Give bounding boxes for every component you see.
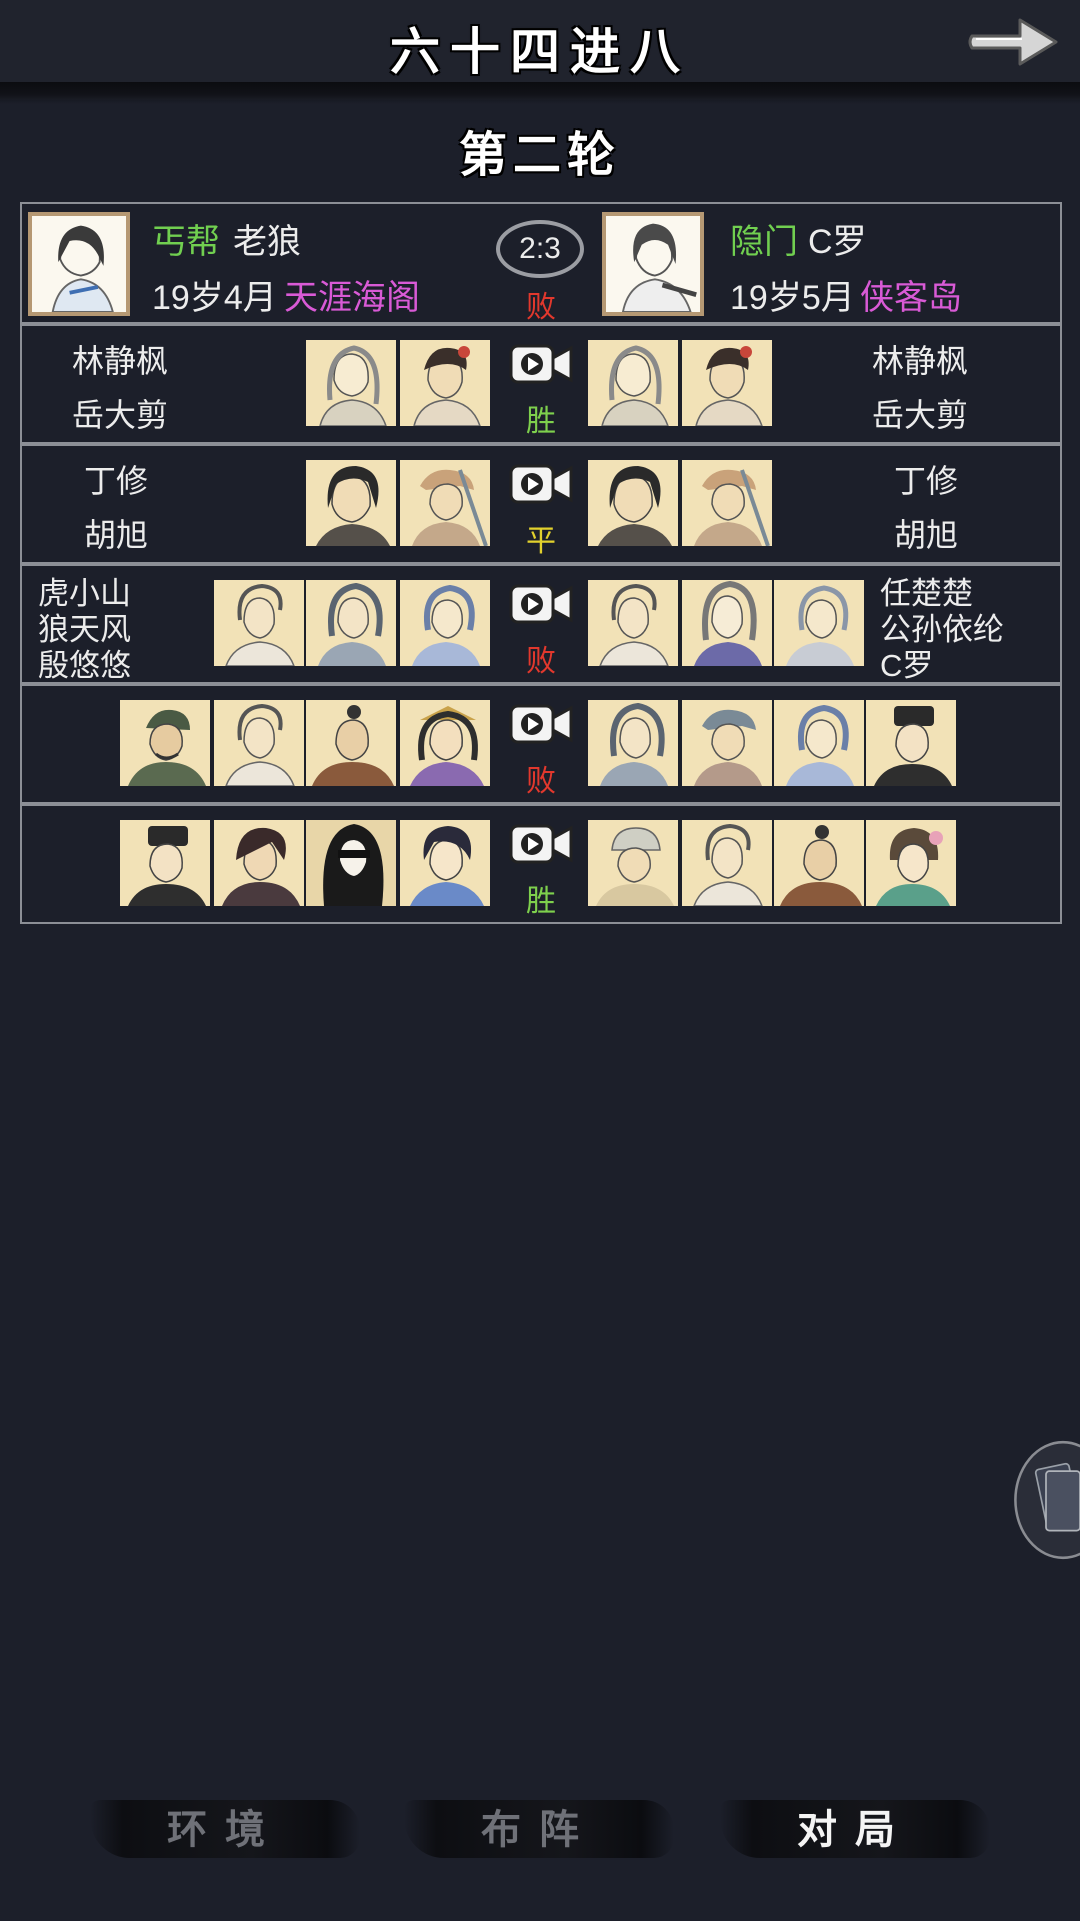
- fighter-portrait[interactable]: [588, 580, 678, 666]
- fighter-portrait[interactable]: [400, 700, 490, 786]
- fighter-portrait[interactable]: [400, 820, 490, 906]
- replay-button-1[interactable]: [508, 340, 574, 388]
- fighter-portrait[interactable]: [682, 340, 772, 426]
- replay-button-3[interactable]: [508, 580, 574, 628]
- header-ink-divider: [0, 82, 1080, 104]
- bout-2-result: 平: [526, 525, 556, 558]
- tab-formation-label: 布阵: [481, 1806, 597, 1853]
- fighter-portrait[interactable]: [682, 700, 772, 786]
- bout-2-left-name-2: 胡旭: [84, 517, 149, 553]
- next-button[interactable]: [968, 10, 1060, 74]
- fighter-portrait[interactable]: [306, 700, 396, 786]
- bout-2-right-name-1: 丁修: [894, 463, 959, 499]
- right-faction: 隐门: [730, 223, 798, 261]
- bottom-tab-bar: 环境 布阵 对局: [0, 1790, 1080, 1870]
- fighter-portrait[interactable]: [682, 580, 772, 666]
- fighter-portrait[interactable]: [306, 460, 396, 546]
- fighter-portrait[interactable]: [120, 820, 210, 906]
- replay-button-4[interactable]: [508, 700, 574, 748]
- side-card-stack-button[interactable]: [1012, 1430, 1080, 1570]
- match-result: 败: [526, 291, 556, 324]
- tab-environment-label: 环境: [167, 1806, 283, 1853]
- fighter-portrait[interactable]: [214, 700, 304, 786]
- fighter-portrait[interactable]: [774, 700, 864, 786]
- tab-formation[interactable]: 布阵: [404, 1790, 674, 1870]
- video-camera-icon: [509, 344, 573, 384]
- left-player-name: 老狼: [233, 223, 301, 261]
- right-location: 侠客岛: [860, 279, 962, 317]
- replay-button-2[interactable]: [508, 460, 574, 508]
- tab-environment[interactable]: 环境: [90, 1790, 360, 1870]
- bout-2-left-name-1: 丁修: [84, 463, 149, 499]
- left-player-avatar[interactable]: [28, 212, 130, 316]
- fighter-portrait[interactable]: [588, 820, 678, 906]
- fighter-portrait[interactable]: [682, 820, 772, 906]
- left-faction: 丐帮: [152, 223, 220, 261]
- left-age: 19岁4月: [152, 279, 277, 317]
- match-score: 2:3: [496, 220, 584, 278]
- tab-match[interactable]: 对局: [720, 1790, 990, 1870]
- bout-1-left-name-1: 林静枫: [72, 343, 169, 379]
- fighter-portrait[interactable]: [682, 460, 772, 546]
- replay-button-5[interactable]: [508, 820, 574, 868]
- fighter-portrait[interactable]: [214, 820, 304, 906]
- fighter-portrait[interactable]: [774, 580, 864, 666]
- bout-3-left-name-3: 殷悠悠: [38, 648, 131, 683]
- bout-2-right-name-2: 胡旭: [894, 517, 959, 553]
- round-title: 第二轮: [458, 127, 621, 183]
- right-player-name: C罗: [808, 223, 867, 261]
- video-camera-icon: [509, 464, 573, 504]
- fighter-portrait[interactable]: [588, 340, 678, 426]
- right-arrow-icon: [968, 18, 1058, 66]
- fighter-portrait[interactable]: [214, 580, 304, 666]
- page-title: 六十四进八: [390, 22, 690, 81]
- fighter-portrait[interactable]: [306, 340, 396, 426]
- right-player-avatar[interactable]: [602, 212, 704, 316]
- bout-1-right-name-1: 林静枫: [872, 343, 969, 379]
- fighter-portrait[interactable]: [400, 340, 490, 426]
- video-camera-icon: [509, 824, 573, 864]
- fighter-portrait[interactable]: [774, 820, 864, 906]
- fighter-portrait[interactable]: [866, 700, 956, 786]
- left-location: 天涯海阁: [284, 279, 420, 317]
- fighter-portrait[interactable]: [120, 700, 210, 786]
- fighter-portrait[interactable]: [588, 460, 678, 546]
- bout-1-result: 胜: [526, 405, 556, 438]
- bout-1-right-name-2: 岳大剪: [872, 397, 969, 433]
- right-age: 19岁5月: [730, 279, 855, 317]
- fighter-portrait[interactable]: [400, 580, 490, 666]
- fighter-portrait[interactable]: [306, 820, 396, 906]
- fighter-portrait[interactable]: [400, 460, 490, 546]
- bout-4-result: 败: [526, 765, 556, 798]
- tab-match-label: 对局: [797, 1806, 913, 1853]
- fighter-portrait[interactable]: [866, 820, 956, 906]
- bout-1-left-name-2: 岳大剪: [72, 397, 169, 433]
- fighter-portrait[interactable]: [306, 580, 396, 666]
- fighter-portrait[interactable]: [588, 700, 678, 786]
- bout-3-result: 败: [526, 645, 556, 678]
- bout-3-right-name-3: C罗: [880, 648, 934, 683]
- video-camera-icon: [509, 584, 573, 624]
- bout-5-result: 胜: [526, 885, 556, 918]
- video-camera-icon: [509, 704, 573, 744]
